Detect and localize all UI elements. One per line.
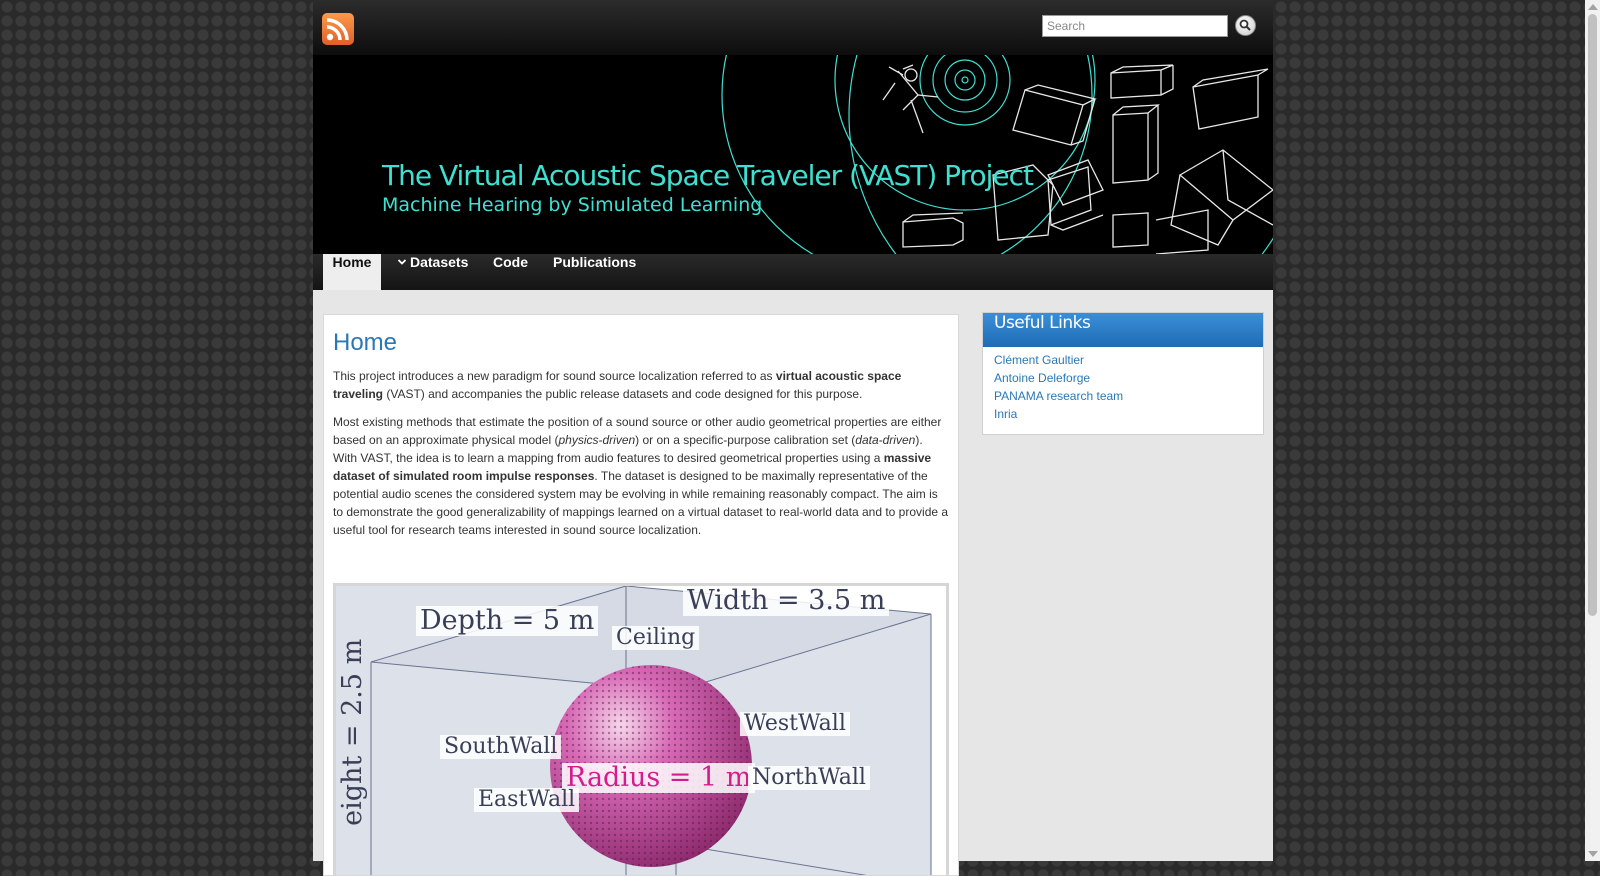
- width-label: Width = 3.5 m: [683, 586, 890, 616]
- site-title[interactable]: The Virtual Acoustic Space Traveler (VAS…: [382, 159, 1034, 192]
- rss-feed-icon[interactable]: [322, 13, 354, 45]
- nav-code-label: Code: [493, 254, 528, 270]
- nav-datasets-label: Datasets: [410, 254, 469, 270]
- nav-code[interactable]: Code: [493, 254, 528, 290]
- scroll-down-arrow-icon[interactable]: [1588, 851, 1598, 857]
- nav-publications-label: Publications: [553, 254, 637, 270]
- room-diagram-figure: Depth = 5 m Width = 3.5 m Ceiling WestWa…: [333, 583, 949, 875]
- site-subtitle: Machine Hearing by Simulated Learning: [382, 194, 763, 216]
- method-text-physics: physics-driven: [558, 433, 636, 447]
- link-clement-gaultier[interactable]: Clément Gaultier: [994, 353, 1084, 367]
- useful-links-title: Useful Links: [983, 313, 1263, 347]
- east-wall-label: EastWall: [474, 787, 580, 813]
- chevron-down-icon: [397, 259, 407, 265]
- link-panama-team[interactable]: PANAMA research team: [994, 389, 1123, 403]
- link-antoine-deleforge[interactable]: Antoine Deleforge: [994, 371, 1090, 385]
- method-text-2: ) or on a specific-purpose calibration s…: [635, 433, 856, 447]
- search-button[interactable]: [1235, 15, 1256, 36]
- south-wall-label: SouthWall: [440, 734, 562, 760]
- intro-paragraph: This project introduces a new paradigm f…: [333, 367, 949, 403]
- scroll-up-arrow-icon[interactable]: [1588, 4, 1598, 10]
- scrollbar-thumb[interactable]: [1588, 14, 1597, 616]
- page-title: Home: [333, 329, 398, 356]
- header-banner: The Virtual Acoustic Space Traveler (VAS…: [313, 55, 1273, 254]
- magnifier-icon: [1239, 19, 1251, 31]
- intro-text-1: This project introduces a new paradigm f…: [333, 369, 776, 383]
- vertical-scrollbar[interactable]: [1585, 0, 1600, 861]
- banner-artwork: [721, 55, 1273, 254]
- intro-text-2: (VAST) and accompanies the public releas…: [383, 387, 863, 401]
- search-input[interactable]: [1042, 15, 1228, 37]
- west-wall-label: WestWall: [740, 711, 850, 737]
- method-paragraph: Most existing methods that estimate the …: [333, 413, 949, 539]
- nav-datasets[interactable]: Datasets: [397, 254, 468, 290]
- page-container: The Virtual Acoustic Space Traveler (VAS…: [313, 0, 1273, 876]
- useful-links-widget: Useful Links Clément Gaultier Antoine De…: [982, 312, 1264, 435]
- radius-label: Radius = 1 m: [562, 763, 756, 793]
- ceiling-label: Ceiling: [612, 625, 700, 651]
- depth-label: Depth = 5 m: [416, 606, 599, 636]
- nav-publications[interactable]: Publications: [553, 254, 636, 290]
- north-wall-label: NorthWall: [748, 765, 870, 791]
- main-content: Home This project introduces a new parad…: [323, 314, 959, 876]
- main-nav: Home Datasets Code Publications: [313, 254, 1273, 290]
- top-bar: [313, 0, 1273, 55]
- method-text-data: data-driven: [855, 433, 916, 447]
- link-inria[interactable]: Inria: [994, 407, 1017, 421]
- nav-home[interactable]: Home: [323, 254, 381, 290]
- height-label: eight = 2.5 m: [337, 638, 369, 826]
- nav-home-label: Home: [332, 254, 372, 270]
